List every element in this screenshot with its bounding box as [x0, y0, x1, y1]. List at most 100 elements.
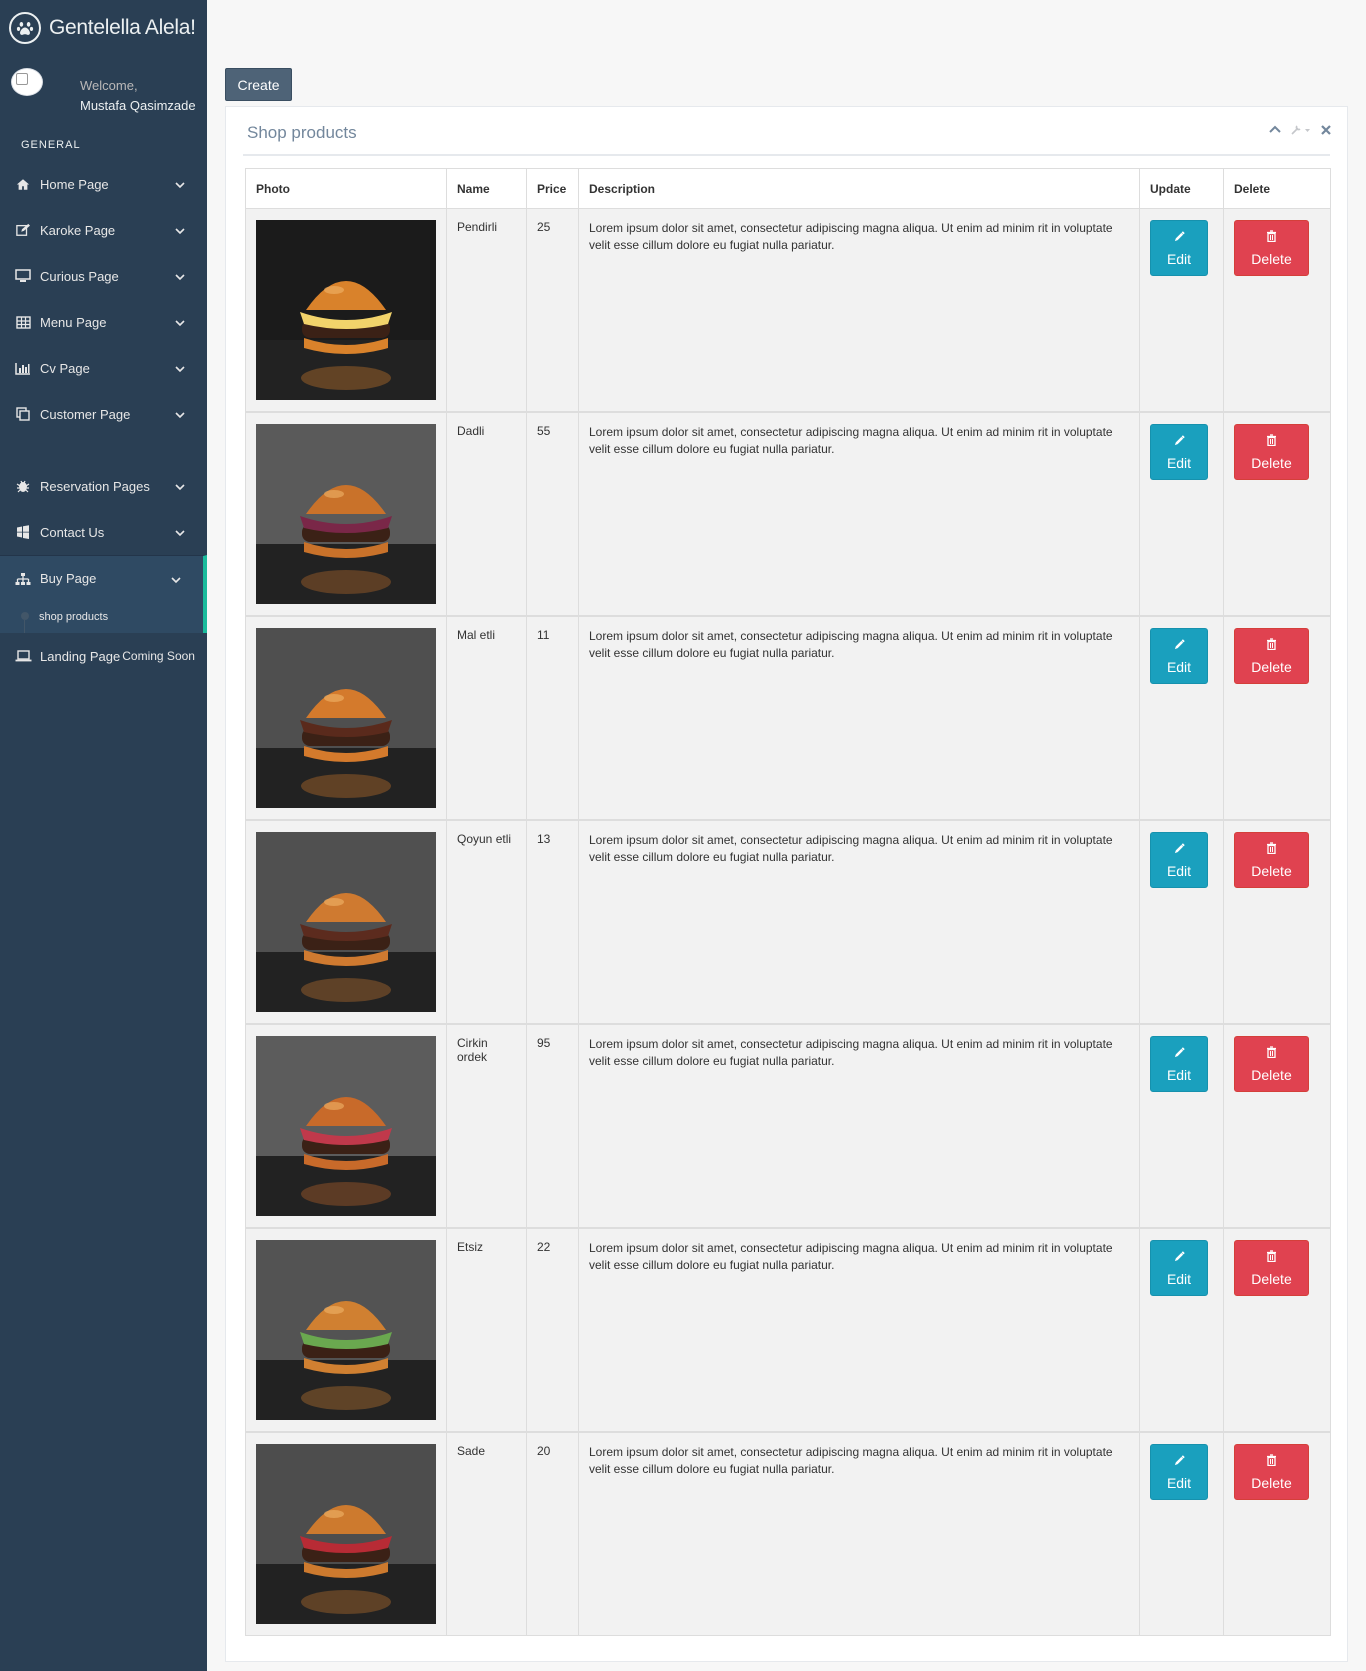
product-name: Mal etli — [446, 615, 527, 821]
sidebar-item-customer[interactable]: Customer Page — [0, 391, 207, 437]
column-header: Delete — [1223, 168, 1331, 209]
product-description: Lorem ipsum dolor sit amet, consectetur … — [578, 1023, 1140, 1229]
edit-button[interactable]: Edit — [1150, 1444, 1208, 1500]
product-description: Lorem ipsum dolor sit amet, consectetur … — [578, 208, 1140, 413]
home-icon — [14, 178, 32, 191]
paw-icon — [9, 12, 41, 44]
photo-cell — [245, 1431, 447, 1636]
trash-icon — [1266, 1249, 1277, 1265]
table-header-row: Photo Name Price Description Update Dele… — [245, 168, 1331, 209]
update-cell: Edit — [1139, 208, 1224, 413]
table-row: Sade 20 Lorem ipsum dolor sit amet, consec… — [245, 1431, 1331, 1636]
sidebar-item-reservation[interactable]: Reservation Pages — [0, 463, 207, 509]
delete-cell: Delete — [1223, 1023, 1331, 1229]
product-description: Lorem ipsum dolor sit amet, consectetur … — [578, 615, 1140, 821]
brand[interactable]: Gentelella Alela! — [0, 0, 207, 56]
close-icon[interactable] — [1321, 125, 1331, 135]
product-name: Cirkin ordek — [446, 1023, 527, 1229]
delete-label: Delete — [1251, 659, 1292, 675]
photo-cell — [245, 819, 447, 1025]
sidebar-item-label: Contact Us — [40, 524, 105, 540]
sidebar-item-landing[interactable]: Landing Page Coming Soon — [0, 633, 207, 679]
delete-cell: Delete — [1223, 208, 1331, 413]
edit-label: Edit — [1166, 863, 1192, 879]
wrench-icon[interactable] — [1291, 125, 1311, 135]
photo-cell — [245, 1227, 447, 1433]
trash-icon — [1266, 1453, 1277, 1469]
pencil-icon — [1174, 433, 1185, 449]
app-title: Gentelella Alela! — [49, 16, 196, 39]
delete-label: Delete — [1251, 863, 1292, 879]
delete-cell: Delete — [1223, 615, 1331, 821]
edit-button[interactable]: Edit — [1150, 1240, 1208, 1296]
product-photo — [256, 220, 436, 400]
delete-cell: Delete — [1223, 1431, 1331, 1636]
delete-button[interactable]: Delete — [1234, 424, 1309, 480]
product-description: Lorem ipsum dolor sit amet, consectetur … — [578, 1227, 1140, 1433]
chevron-down-icon — [175, 361, 185, 376]
sidebar-item-label: Karoke Page — [40, 222, 116, 238]
edit-button[interactable]: Edit — [1150, 220, 1208, 276]
clone-icon — [14, 407, 32, 421]
table-row: Qoyun etli 13 Lorem ipsum dolor sit amet, … — [245, 819, 1331, 1025]
pencil-icon — [1174, 1045, 1185, 1061]
coming-soon-badge: Coming Soon — [122, 649, 195, 663]
edit-button[interactable]: Edit — [1150, 832, 1208, 888]
edit-button[interactable]: Edit — [1150, 1036, 1208, 1092]
trash-icon — [1266, 637, 1277, 653]
windows-icon — [14, 525, 32, 539]
product-price: 95 — [526, 1023, 579, 1229]
edit-button[interactable]: Edit — [1150, 424, 1208, 480]
pencil-icon — [1174, 1453, 1185, 1469]
chevron-down-icon — [175, 223, 185, 238]
sidebar-item-label: Customer Page — [40, 406, 131, 422]
sidebar-item-contact[interactable]: Contact Us — [0, 509, 207, 555]
photo-cell — [245, 615, 447, 821]
sidebar-item-karoke[interactable]: Karoke Page — [0, 207, 207, 253]
collapse-icon[interactable] — [1269, 125, 1281, 135]
sidebar-item-label: Menu Page — [40, 314, 107, 330]
photo-cell — [245, 208, 447, 413]
sidebar-item-label: Buy Page — [40, 571, 97, 586]
delete-label: Delete — [1251, 251, 1292, 267]
delete-label: Delete — [1251, 1475, 1292, 1491]
delete-label: Delete — [1251, 455, 1292, 471]
edit-label: Edit — [1166, 455, 1192, 471]
delete-button[interactable]: Delete — [1234, 1240, 1309, 1296]
delete-button[interactable]: Delete — [1234, 1036, 1309, 1092]
sidebar-item-cv[interactable]: Cv Page — [0, 345, 207, 391]
column-header: Description — [578, 168, 1140, 209]
update-cell: Edit — [1139, 1023, 1224, 1229]
panel-title: Shop products — [247, 123, 357, 142]
chevron-down-icon — [175, 177, 185, 192]
sidebar: Gentelella Alela! Welcome, Mustafa Qasim… — [0, 0, 207, 1671]
table-row: Dadli 55 Lorem ipsum dolor sit amet, conse… — [245, 411, 1331, 617]
sidebar-item-label: Cv Page — [40, 360, 90, 376]
product-name: Qoyun etli — [446, 819, 527, 1025]
laptop-icon — [14, 650, 32, 662]
delete-button[interactable]: Delete — [1234, 1444, 1309, 1500]
sidebar-item-home[interactable]: Home Page — [0, 161, 207, 207]
sidebar-item-label: Reservation Pages — [40, 478, 150, 494]
table-row: Etsiz 22 Lorem ipsum dolor sit amet, conse… — [245, 1227, 1331, 1433]
product-photo — [256, 1036, 436, 1216]
delete-button[interactable]: Delete — [1234, 220, 1309, 276]
trash-icon — [1266, 1045, 1277, 1061]
sidebar-item-buy[interactable]: Buy Page — [0, 555, 207, 601]
chevron-down-icon — [175, 407, 185, 422]
photo-cell — [245, 1023, 447, 1229]
delete-cell: Delete — [1223, 1227, 1331, 1433]
product-price: 11 — [526, 615, 579, 821]
create-button[interactable]: Create — [225, 68, 292, 101]
edit-button[interactable]: Edit — [1150, 628, 1208, 684]
product-description: Lorem ipsum dolor sit amet, consectetur … — [578, 819, 1140, 1025]
delete-button[interactable]: Delete — [1234, 628, 1309, 684]
sidebar-item-menu[interactable]: Menu Page — [0, 299, 207, 345]
sidebar-item-curious[interactable]: Curious Page — [0, 253, 207, 299]
product-price: 55 — [526, 411, 579, 617]
column-header: Price — [526, 168, 579, 209]
table-row: Cirkin ordek 95 Lorem ipsum dolor sit amet… — [245, 1023, 1331, 1229]
sidebar-subitem-shop-products[interactable]: shop products — [0, 601, 207, 633]
update-cell: Edit — [1139, 615, 1224, 821]
delete-button[interactable]: Delete — [1234, 832, 1309, 888]
